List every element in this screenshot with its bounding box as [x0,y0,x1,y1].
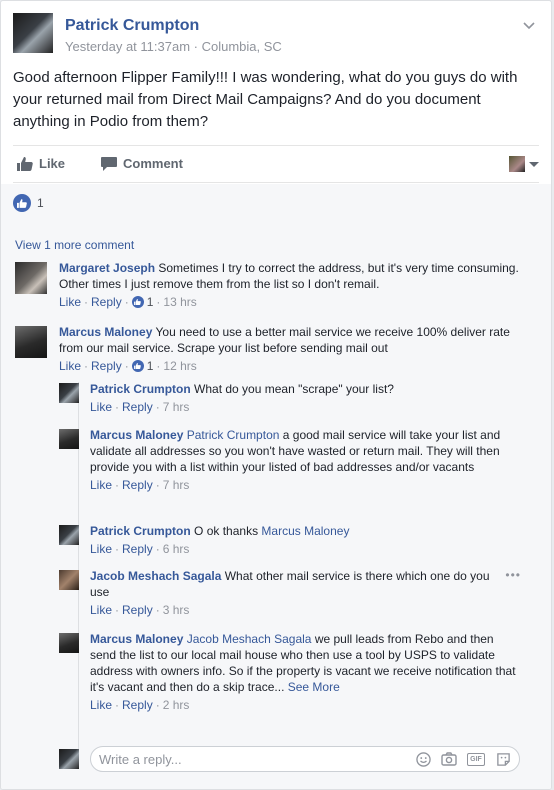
reply: Marcus Maloney Patrick Crumpton a good m… [59,427,519,513]
comment-icon [101,156,117,171]
reply-link[interactable]: Reply [91,294,122,310]
timestamp[interactable]: 7 hrs [163,399,190,415]
reply-text-block: Marcus Maloney Jacob Meshach Sagala we p… [90,631,519,695]
like-link[interactable]: Like [90,697,112,713]
like-link[interactable]: Like [59,358,81,374]
viewer-avatar [59,749,79,769]
comment: Margaret Joseph Sometimes I try to corre… [15,260,535,310]
viewer-avatar [509,156,525,172]
like-link[interactable]: Like [90,399,112,415]
reply-author[interactable]: Marcus Maloney [90,632,183,646]
reply-author[interactable]: Marcus Maloney [90,428,183,442]
like-link[interactable]: Like [90,602,112,618]
comment-actions: Like · Reply · 1 · 13 hrs [59,294,197,310]
like-reaction-icon [131,296,144,308]
camera-icon[interactable] [441,751,457,767]
reply-link[interactable]: Reply [122,477,153,493]
view-more-comments-link[interactable]: View 1 more comment [15,238,134,252]
reply-placeholder: Write a reply... [99,752,182,767]
reply-text-block: Marcus Maloney Patrick Crumpton a good m… [90,427,519,475]
comment: Marcus Maloney You need to use a better … [15,324,535,374]
reply-link[interactable]: Reply [91,358,122,374]
mention-link[interactable]: Jacob Meshach Sagala [187,632,312,646]
reply-input-tools: GIF [415,751,511,767]
reply: Jacob Meshach Sagala What other mail ser… [59,568,519,620]
post-card: Patrick Crumpton Yesterday at 11:37am · … [0,0,552,790]
reply-author[interactable]: Jacob Meshach Sagala [90,569,221,583]
like-reaction-icon [131,360,144,372]
avatar[interactable] [59,570,79,590]
reply-link[interactable]: Reply [122,541,153,557]
like-link[interactable]: Like [90,541,112,557]
reaction-count: 1 [37,196,44,210]
reply-text-block: Jacob Meshach Sagala What other mail ser… [90,568,506,600]
sticker-icon[interactable] [495,751,511,767]
avatar[interactable] [15,262,47,294]
reply-text: O ok thanks [194,524,259,538]
reply: Patrick Crumpton What do you mean "scrap… [59,381,519,419]
comment-text-block: Marcus Maloney You need to use a better … [59,324,535,356]
comment-author[interactable]: Margaret Joseph [59,261,155,275]
author-avatar[interactable] [13,13,53,53]
audience-selector[interactable] [509,156,539,172]
like-label: Like [39,156,66,171]
comment-button[interactable]: Comment [101,156,183,171]
avatar[interactable] [59,633,79,653]
post-meta[interactable]: Yesterday at 11:37am · Columbia, SC [65,39,282,54]
like-count[interactable]: 1 [147,294,154,310]
like-link[interactable]: Like [90,477,112,493]
avatar[interactable] [59,525,79,545]
chevron-down-icon[interactable] [523,17,535,33]
emoji-icon[interactable] [415,751,431,767]
see-more-link[interactable]: See More [288,680,340,694]
reply-author[interactable]: Patrick Crumpton [90,524,191,538]
gif-icon[interactable]: GIF [467,752,485,766]
timestamp[interactable]: 3 hrs [163,602,190,618]
reply-link[interactable]: Reply [122,399,153,415]
reply: Patrick Crumpton O ok thanks Marcus Malo… [59,523,519,561]
avatar[interactable] [15,326,47,358]
avatar[interactable] [59,383,79,403]
reply-input[interactable]: Write a reply... GIF [90,746,520,772]
comments-section: 1 View 1 more comment Margaret Joseph So… [1,184,551,789]
mention-link[interactable]: Patrick Crumpton [187,428,280,442]
thumbs-up-icon [17,156,33,171]
reply-actions: Like · Reply · 7 hrs [90,399,190,415]
like-button[interactable]: Like [17,156,65,171]
reply-text-block: Patrick Crumpton What do you mean "scrap… [90,381,519,397]
reply-actions: Like · Reply · 3 hrs [90,602,190,618]
timestamp[interactable]: 13 hrs [163,294,196,310]
avatar[interactable] [59,429,79,449]
comment-actions: Like · Reply · 1 · 12 hrs [59,358,197,374]
like-count[interactable]: 1 [147,358,154,374]
caret-down-icon [529,161,539,167]
reply-actions: Like · Reply · 2 hrs [90,697,190,713]
reply-author[interactable]: Patrick Crumpton [90,382,191,396]
reply-text: What do you mean "scrape" your list? [194,382,394,396]
author-name[interactable]: Patrick Crumpton [65,17,199,35]
post-header: Patrick Crumpton Yesterday at 11:37am · … [13,13,539,61]
reply: Marcus Maloney Jacob Meshach Sagala we p… [59,631,519,733]
like-reaction-icon [13,194,31,212]
reply-link[interactable]: Reply [122,697,153,713]
like-link[interactable]: Like [59,294,81,310]
comment-text-block: Margaret Joseph Sometimes I try to corre… [59,260,535,292]
timestamp[interactable]: 2 hrs [163,697,190,713]
reply-actions: Like · Reply · 6 hrs [90,541,190,557]
reply-link[interactable]: Reply [122,602,153,618]
comment-author[interactable]: Marcus Maloney [59,325,152,339]
post-actions: Like Comment [13,145,539,183]
post-text: Good afternoon Flipper Family!!! I was w… [13,69,518,130]
timestamp[interactable]: 12 hrs [163,358,196,374]
reply-actions: Like · Reply · 7 hrs [90,477,190,493]
reaction-summary[interactable]: 1 [13,194,44,212]
timestamp[interactable]: 6 hrs [163,541,190,557]
timestamp[interactable]: 7 hrs [163,477,190,493]
comment-label: Comment [123,156,183,171]
mention-link[interactable]: Marcus Maloney [261,524,349,538]
reply-text-block: Patrick Crumpton O ok thanks Marcus Malo… [90,523,519,539]
